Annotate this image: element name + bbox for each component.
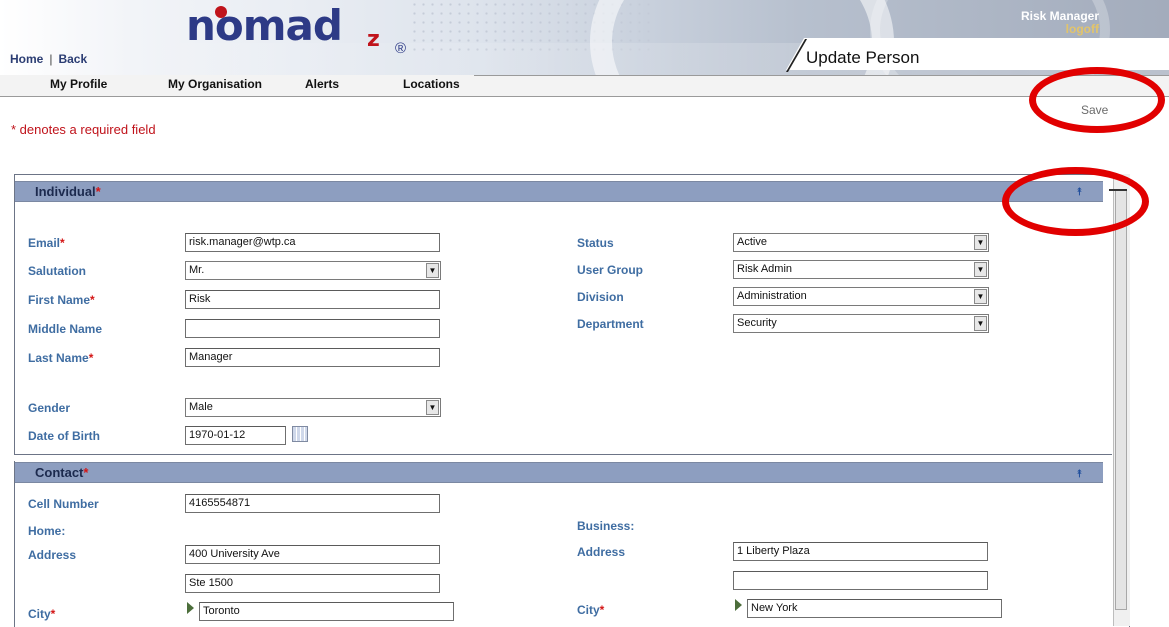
business-heading: Business: — [577, 519, 635, 533]
home-heading: Home: — [28, 524, 66, 538]
home-address-label: Address — [28, 548, 77, 562]
email-label: Email* — [28, 236, 65, 250]
required-field-note: * denotes a required field — [11, 122, 156, 137]
first-name-field[interactable]: Risk — [185, 290, 440, 309]
page-title: Update Person — [806, 48, 920, 67]
home-city-field[interactable]: Toronto — [199, 602, 454, 621]
calendar-icon[interactable] — [292, 426, 308, 442]
logo-z: z — [367, 27, 380, 52]
home-address-line1-field[interactable]: 400 University Ave — [185, 545, 440, 564]
back-link[interactable]: Back — [58, 52, 87, 66]
status-select[interactable]: Active ▼ — [733, 233, 989, 252]
status-label: Status — [577, 236, 614, 250]
department-select[interactable]: Security ▼ — [733, 314, 989, 333]
email-field[interactable]: risk.manager@wtp.ca — [185, 233, 440, 252]
gender-label: Gender — [28, 401, 71, 415]
section-divider — [14, 454, 1112, 461]
home-city-label: City* — [28, 607, 56, 621]
salutation-label: Salutation — [28, 264, 87, 278]
nav-my-organisation[interactable]: My Organisation — [168, 77, 262, 91]
middle-name-label: Middle Name — [28, 322, 103, 336]
dob-field[interactable]: 1970-01-12 — [185, 426, 286, 445]
link-separator: | — [49, 52, 53, 66]
nav-locations[interactable]: Locations — [403, 77, 460, 91]
individual-section-title: Individual* — [35, 184, 101, 199]
dob-label: Date of Birth — [28, 429, 100, 443]
top-links: Home | Back — [10, 52, 87, 66]
business-city-label: City* — [577, 603, 605, 617]
salutation-select[interactable]: Mr. ▼ — [185, 261, 441, 280]
business-address-label: Address — [577, 545, 626, 559]
cell-number-field[interactable]: 4165554871 — [185, 494, 440, 513]
division-select[interactable]: Administration ▼ — [733, 287, 989, 306]
last-name-label: Last Name* — [28, 351, 94, 365]
dropdown-arrow-icon[interactable]: ▼ — [974, 289, 987, 304]
contact-section-title: Contact* — [35, 465, 89, 480]
triangle-right-icon[interactable] — [735, 599, 742, 611]
collapse-icon[interactable]: ⯭ — [1076, 468, 1083, 480]
user-info: Risk Manager logoff — [1021, 10, 1099, 36]
business-city-field[interactable]: New York — [747, 599, 1002, 618]
business-address-line1-field[interactable]: 1 Liberty Plaza — [733, 542, 988, 561]
scrollbar-thumb[interactable] — [1115, 190, 1127, 610]
department-label: Department — [577, 317, 644, 331]
home-address-line2-field[interactable]: Ste 1500 — [185, 574, 440, 593]
division-label: Division — [577, 290, 624, 304]
first-name-label: First Name* — [28, 293, 95, 307]
nav-alerts[interactable]: Alerts — [305, 77, 339, 91]
contact-section-header[interactable] — [15, 462, 1103, 483]
cell-number-label: Cell Number — [28, 497, 99, 511]
logoff-link[interactable]: logoff — [1021, 23, 1099, 36]
middle-name-field[interactable] — [185, 319, 440, 338]
user-group-select[interactable]: Risk Admin ▼ — [733, 260, 989, 279]
last-name-field[interactable]: Manager — [185, 348, 440, 367]
dropdown-arrow-icon[interactable]: ▼ — [974, 235, 987, 250]
triangle-right-icon[interactable] — [187, 602, 194, 614]
annotation-oval-save — [1029, 67, 1165, 133]
gender-select[interactable]: Male ▼ — [185, 398, 441, 417]
business-address-line2-field[interactable] — [733, 571, 988, 590]
registered-mark: ® — [395, 40, 407, 57]
dropdown-arrow-icon[interactable]: ▼ — [426, 400, 439, 415]
user-name: Risk Manager — [1020, 9, 1099, 23]
dropdown-arrow-icon[interactable]: ▼ — [974, 316, 987, 331]
dropdown-arrow-icon[interactable]: ▼ — [426, 263, 439, 278]
individual-section-header[interactable] — [15, 181, 1103, 202]
logo-dot — [215, 6, 227, 18]
nomadz-logo: nomad — [186, 1, 343, 50]
nav-my-profile[interactable]: My Profile — [50, 77, 107, 91]
user-group-label: User Group — [577, 263, 644, 277]
dropdown-arrow-icon[interactable]: ▼ — [974, 262, 987, 277]
annotation-oval-collapse — [1002, 167, 1149, 236]
home-link[interactable]: Home — [10, 52, 43, 66]
